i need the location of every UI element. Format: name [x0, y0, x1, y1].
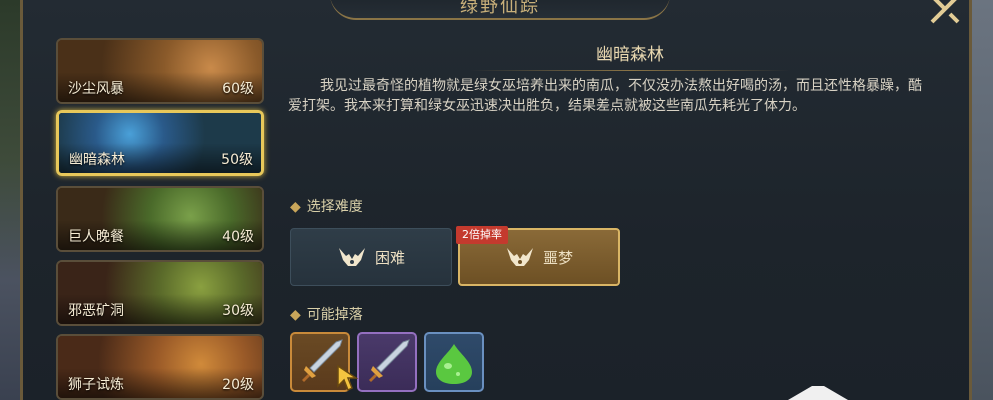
difficulty-hard-button[interactable]: 困难 [290, 228, 452, 286]
level-card-sandstorm[interactable]: 沙尘风暴 60级 [56, 38, 264, 104]
level-card-dark-forest[interactable]: 幽暗森林 50级 [56, 110, 264, 176]
level-requirement: 40级 [222, 229, 254, 245]
level-requirement: 30级 [222, 303, 254, 319]
close-icon [930, 0, 960, 24]
level-title: 幽暗森林 [596, 45, 664, 65]
level-name: 幽暗森林 [69, 152, 125, 168]
drop-item-slime[interactable] [424, 332, 484, 392]
level-name: 邪恶矿洞 [68, 303, 124, 319]
cursor-arrow-icon [337, 364, 359, 392]
difficulty-label-text: 选择难度 [306, 199, 363, 215]
level-card-lion-trial[interactable]: 狮子试炼 20级 [56, 334, 264, 400]
horned-helmet-icon [506, 248, 533, 266]
level-card-giant-dinner[interactable]: 巨人晚餐 40级 [56, 186, 264, 252]
drops-label-text: 可能掉落 [306, 307, 363, 323]
close-button[interactable] [922, 0, 966, 26]
drop-rate-badge: 2倍掉率 [456, 226, 508, 244]
green-slime-icon [436, 344, 472, 384]
diamond-bullet-icon: ◆ [290, 199, 301, 215]
level-requirement: 20级 [222, 377, 254, 393]
level-name: 狮子试炼 [68, 377, 124, 393]
level-card-evil-mine[interactable]: 邪恶矿洞 30级 [56, 260, 264, 326]
diamond-bullet-icon: ◆ [290, 307, 301, 323]
level-requirement: 60级 [222, 81, 254, 97]
drop-item-sword[interactable] [357, 332, 417, 392]
level-name: 巨人晚餐 [68, 229, 124, 245]
title-divider [470, 70, 790, 71]
level-requirement: 50级 [221, 152, 253, 168]
sword-icon [369, 339, 410, 382]
drops-label: ◆ 可能掉落 [290, 304, 363, 324]
difficulty-label-text: 困难 [374, 248, 405, 267]
level-name: 沙尘风暴 [68, 81, 124, 97]
level-description: 我见过最奇怪的植物就是绿女巫培养出来的南瓜，不仅没办法熬出好喝的汤，而且还性格暴… [288, 78, 922, 114]
window-title: 绿野仙踪 [460, 0, 540, 17]
difficulty-label: ◆ 选择难度 [290, 196, 363, 216]
header-banner: 绿野仙踪 [330, 0, 670, 20]
horned-helmet-icon [338, 248, 365, 266]
difficulty-label-text: 噩梦 [542, 248, 573, 267]
